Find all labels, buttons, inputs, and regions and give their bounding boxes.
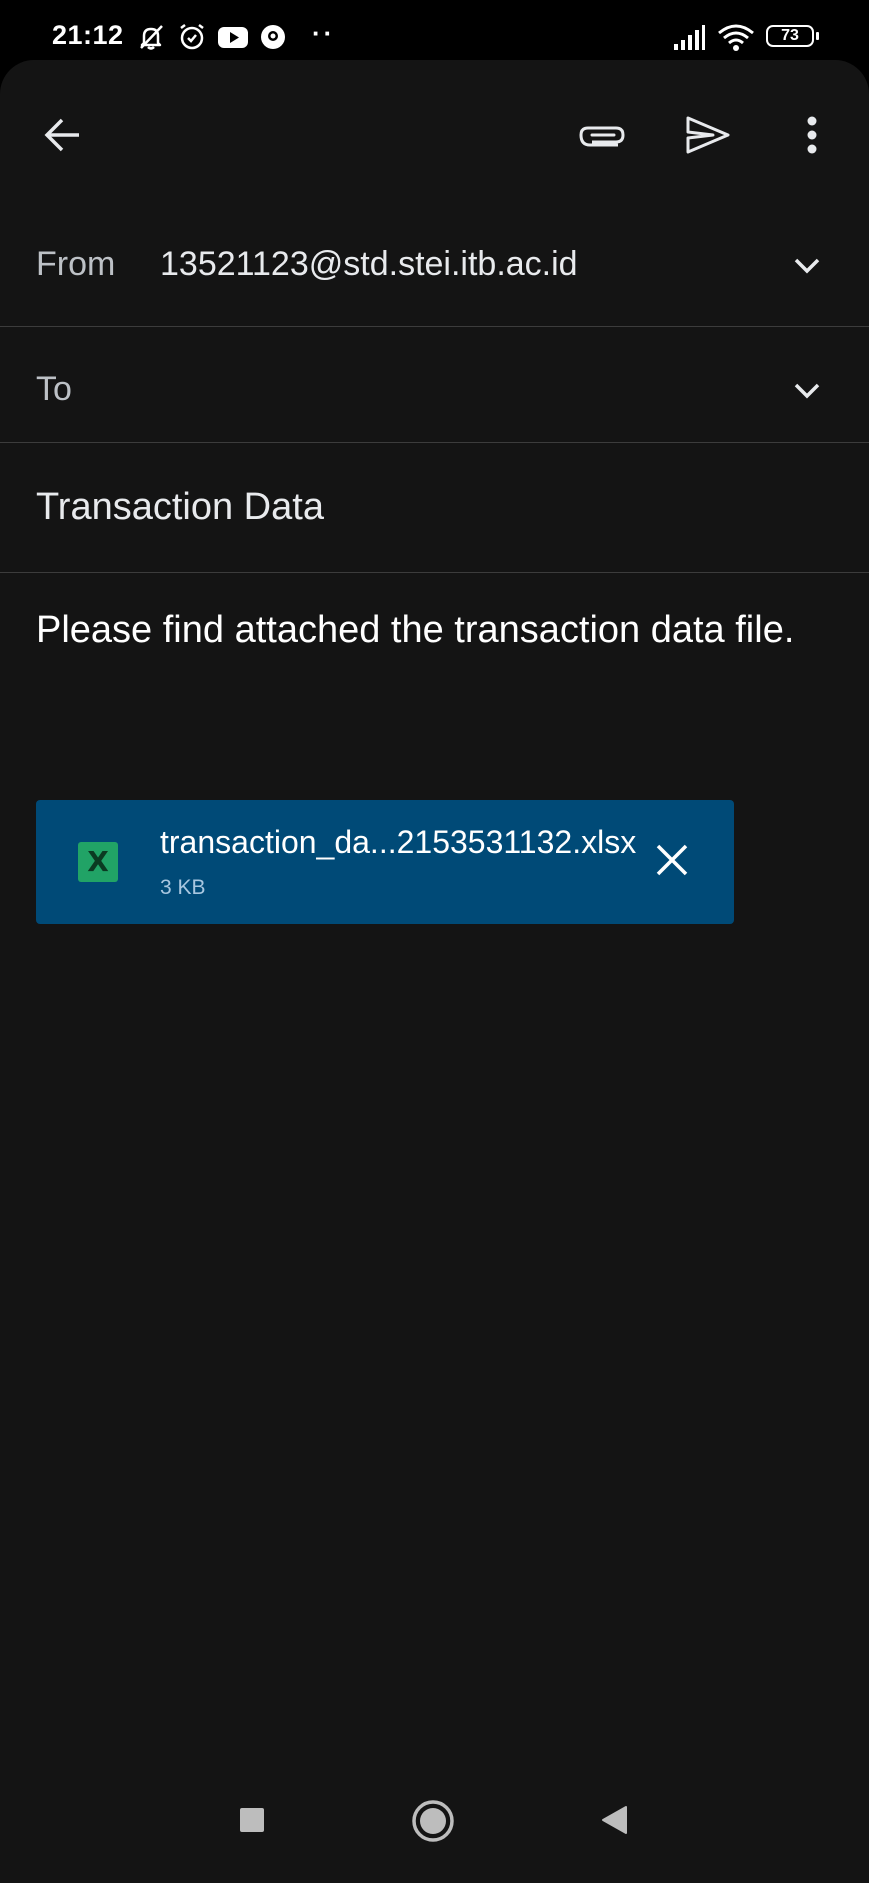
attachment-file-size: 3 KB bbox=[160, 876, 206, 899]
excel-file-icon: X bbox=[78, 842, 118, 882]
more-vert-icon bbox=[806, 115, 818, 160]
alarm-icon bbox=[177, 22, 207, 57]
remove-attachment-button[interactable] bbox=[648, 838, 696, 886]
from-label-text: From bbox=[36, 245, 116, 283]
signal-icon bbox=[672, 24, 706, 57]
compose-screen: From bbox=[0, 60, 869, 1883]
from-divider bbox=[0, 326, 869, 327]
to-divider bbox=[0, 442, 869, 443]
mute-bell-icon bbox=[136, 22, 166, 57]
home-button[interactable] bbox=[410, 1799, 456, 1848]
body-field[interactable]: Please find attached the transaction dat… bbox=[36, 606, 826, 654]
to-field[interactable] bbox=[110, 370, 750, 410]
attachment-file-name: transaction_da...2153531132.xlsx bbox=[160, 824, 637, 860]
more-notifications-dots: ·· bbox=[312, 18, 336, 48]
battery-indicator: 73 bbox=[766, 25, 819, 47]
from-address[interactable]: 13521123@std.stei.itb.ac.id bbox=[160, 245, 578, 284]
triangle-back-icon bbox=[599, 1804, 629, 1841]
status-time: 21:12 bbox=[52, 20, 124, 50]
to-chevron-down-icon[interactable] bbox=[786, 370, 828, 412]
circle-home-icon bbox=[411, 1799, 455, 1848]
to-label: To bbox=[36, 370, 72, 408]
attach-button[interactable] bbox=[570, 105, 634, 169]
system-back-button[interactable] bbox=[594, 1802, 634, 1842]
youtube-icon bbox=[217, 22, 249, 57]
wifi-icon bbox=[716, 22, 756, 59]
close-icon bbox=[654, 842, 690, 883]
status-bar: 21:12 ·· 73 bbox=[0, 0, 869, 62]
from-chevron-down-icon[interactable] bbox=[786, 245, 828, 287]
square-recents-icon bbox=[238, 1806, 266, 1839]
send-button[interactable] bbox=[676, 105, 740, 169]
arrow-back-icon bbox=[41, 114, 83, 161]
paperclip-icon bbox=[578, 120, 626, 155]
attachment-chip[interactable]: X transaction_da...2153531132.xlsx 3 KB bbox=[36, 800, 734, 924]
back-button[interactable] bbox=[30, 105, 94, 169]
more-options-button[interactable] bbox=[780, 105, 844, 169]
location-icon bbox=[258, 22, 288, 57]
subject-field[interactable]: Transaction Data bbox=[36, 486, 324, 529]
recents-button[interactable] bbox=[232, 1802, 272, 1842]
send-icon bbox=[685, 115, 731, 160]
subject-divider bbox=[0, 572, 869, 573]
